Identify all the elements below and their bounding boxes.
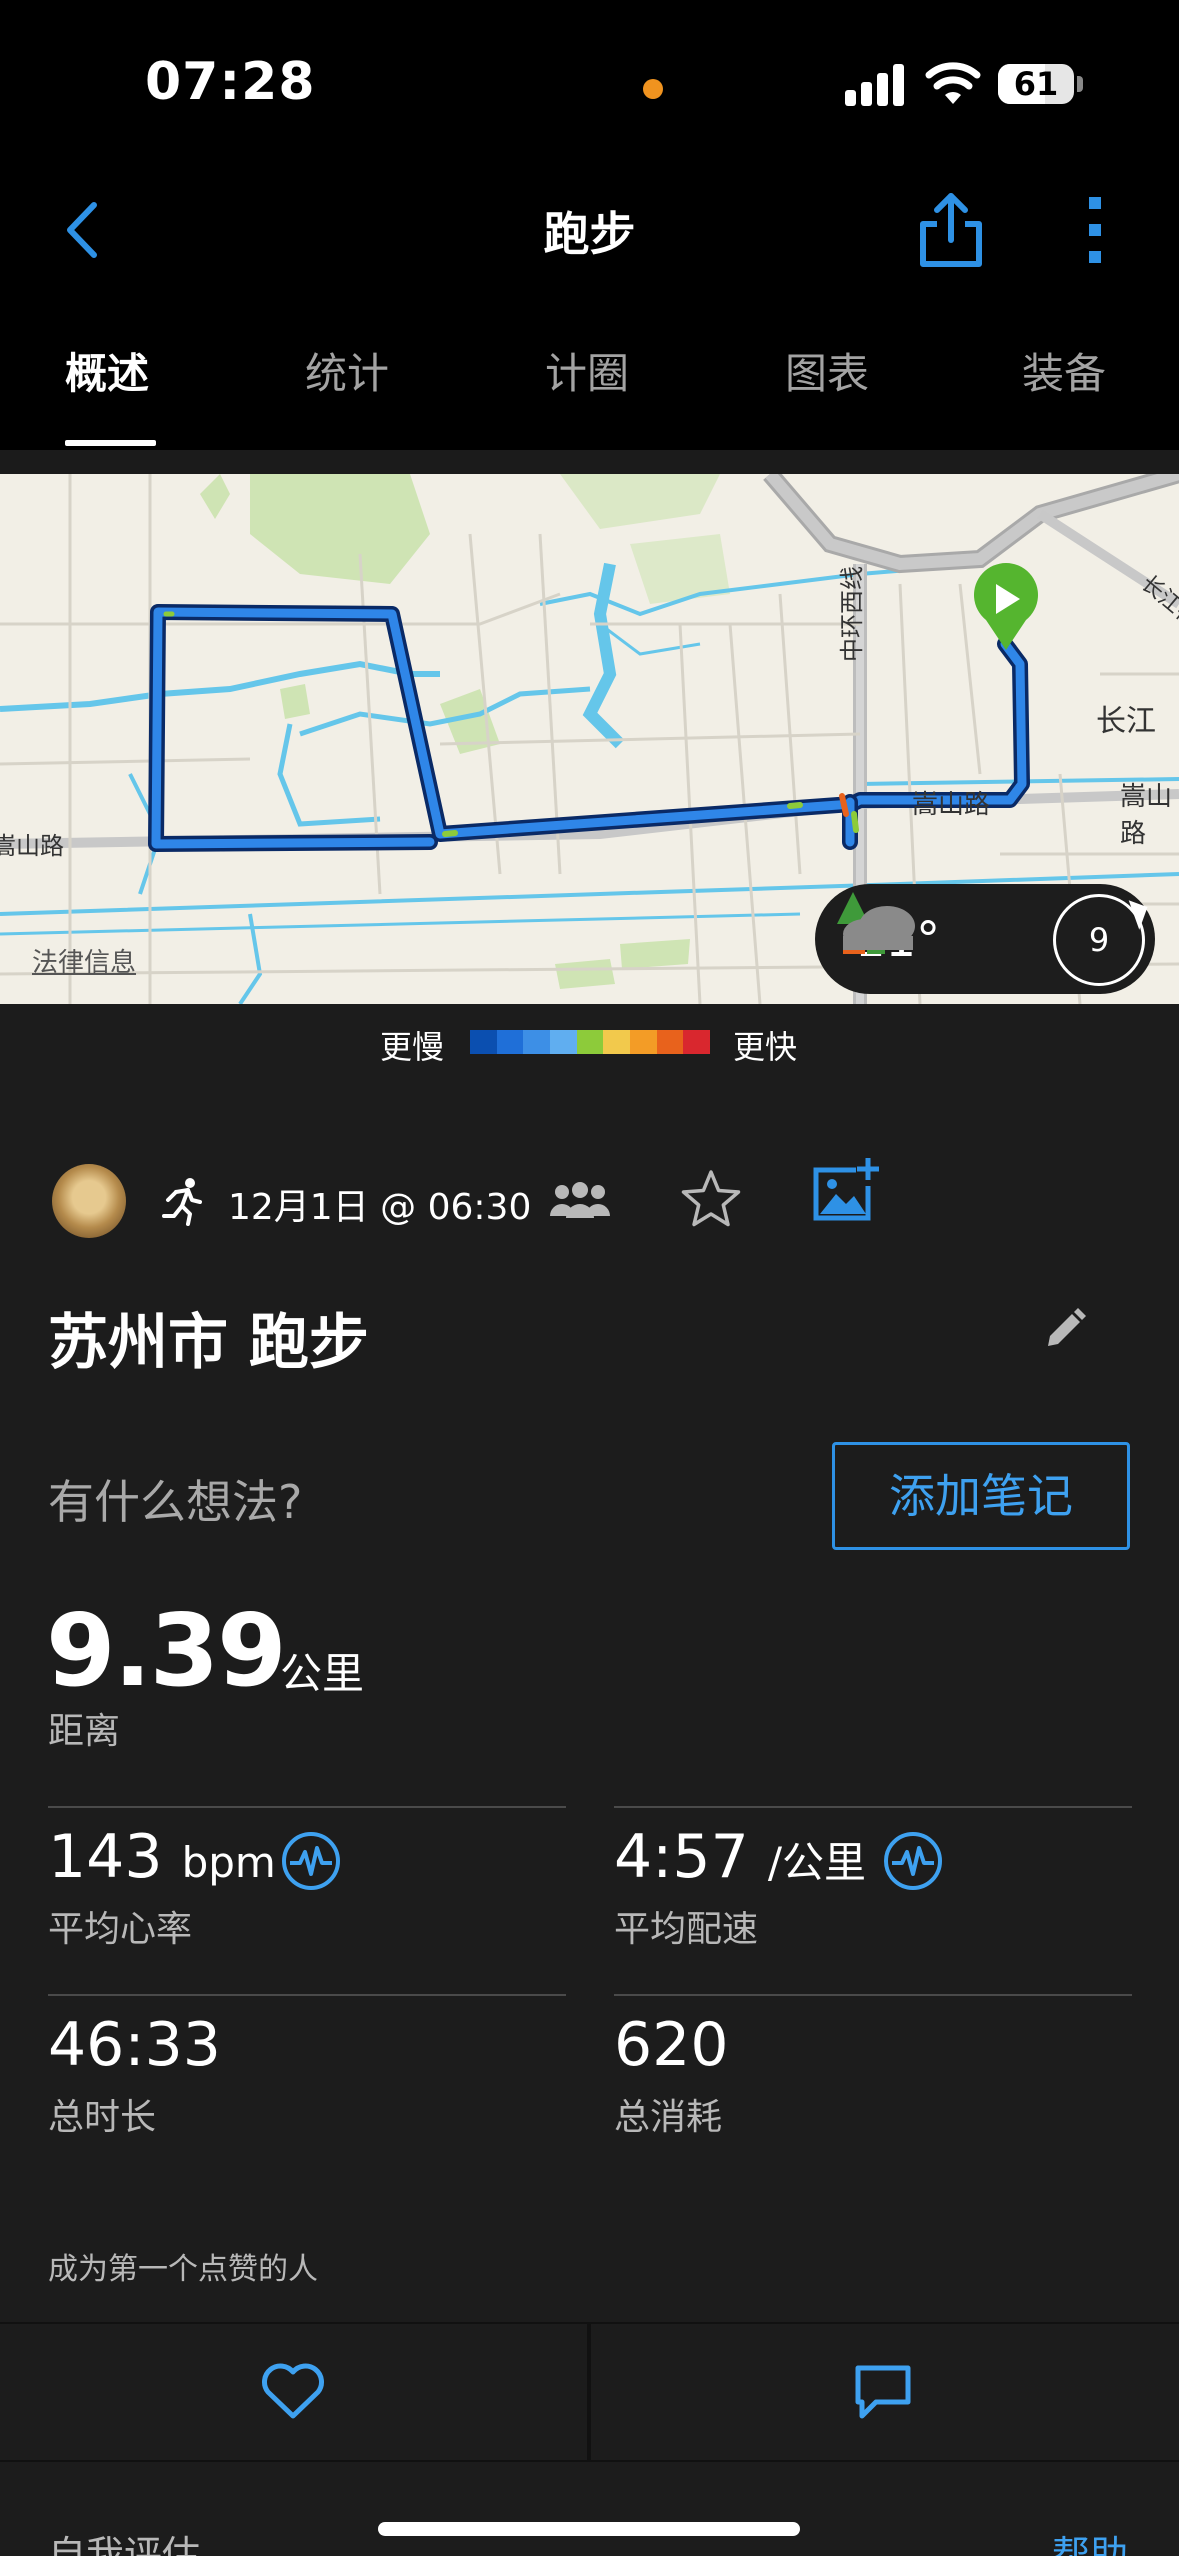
status-time: 07:28 (145, 52, 316, 112)
route-map[interactable]: 中环西线 嵩山路 嵩山路 嵩山路 长江 长江花 法律信息 11° 9 (0, 474, 1179, 1004)
tab-bar: 概述 统计 计圈 图表 装备 (0, 300, 1179, 450)
distance-unit: 公里 (280, 1649, 365, 1698)
activity-date: 12月1日 @ 06:30 (228, 1187, 532, 1228)
privacy-indicator-dot (643, 79, 663, 99)
tab-charts[interactable]: 图表 (785, 340, 869, 401)
battery-cap (1077, 76, 1083, 92)
add-note-button[interactable]: 添加笔记 (832, 1442, 1130, 1550)
pace-color-swatch (576, 1030, 604, 1054)
avg-hr-value: 143 (48, 1822, 163, 1892)
running-icon (162, 1178, 202, 1226)
more-options-icon[interactable] (1080, 195, 1110, 265)
avatar[interactable] (52, 1164, 126, 1238)
pace-faster-label: 更快 (733, 1028, 798, 1066)
avg-pace-label: 平均配速 (614, 1909, 759, 1950)
avg-hr-unit: bpm (181, 1838, 276, 1887)
cellular-signal-icon (845, 60, 905, 106)
legal-info-link[interactable]: 法律信息 (32, 942, 136, 979)
road-label-songshan-1: 嵩山路 (912, 790, 991, 820)
active-tab-indicator (65, 440, 156, 446)
weather-widget[interactable]: 11° 9 (815, 884, 1155, 994)
area-label-changjiang: 长江 (1096, 704, 1156, 739)
activity-title: 苏州市 跑步 (48, 1308, 369, 1378)
calories-label: 总消耗 (614, 2097, 723, 2138)
action-separator (587, 2324, 591, 2462)
stat-divider (614, 1806, 1132, 1808)
status-bar: 07:28 61 (0, 0, 1179, 160)
pace-color-scale (470, 1030, 711, 1054)
distance-value: 9.39 (46, 1592, 287, 1709)
stat-divider (48, 1994, 566, 1996)
distance-label: 距离 (48, 1711, 121, 1752)
pace-color-swatch (630, 1030, 657, 1054)
avg-hr-stat: 143 bpm (48, 1822, 276, 1892)
road-label-zhonghuan: 中环西线 (838, 566, 866, 662)
activity-meta-row: 12月1日 @ 06:30 (0, 1158, 1179, 1244)
duration-label: 总时长 (48, 2097, 157, 2138)
pace-zone-icon[interactable] (882, 1830, 944, 1892)
page-title: 跑步 (543, 207, 636, 261)
add-photo-icon[interactable] (810, 1156, 880, 1226)
road-label-songshan-2: 嵩山路 (1120, 782, 1173, 849)
group-icon[interactable] (548, 1180, 612, 1224)
tab-gear[interactable]: 装备 (1022, 340, 1106, 401)
wind-indicator: 9 (1053, 894, 1148, 986)
likes-hint: 成为第一个点赞的人 (48, 2252, 318, 2287)
wind-speed: 9 (1088, 921, 1110, 959)
battery-level: 61 (1013, 65, 1059, 103)
like-heart-icon[interactable] (260, 2362, 326, 2422)
section-divider (0, 450, 1179, 474)
avg-hr-label: 平均心率 (48, 1909, 193, 1950)
pace-color-swatch (496, 1030, 524, 1054)
stat-divider (48, 1806, 566, 1808)
cloud-tree-icon (837, 892, 915, 954)
avg-pace-stat: 4:57 /公里 (614, 1822, 866, 1892)
edit-icon[interactable] (1040, 1306, 1088, 1354)
share-icon[interactable] (915, 190, 987, 270)
comment-icon[interactable] (852, 2360, 914, 2422)
pace-legend: 更慢 更快 (0, 1018, 1179, 1068)
avg-pace-unit: /公里 (767, 1838, 866, 1887)
help-link[interactable]: 帮助 (1052, 2524, 1128, 2556)
tab-laps[interactable]: 计圈 (545, 340, 629, 401)
tab-overview[interactable]: 概述 (65, 340, 149, 401)
wifi-icon (925, 62, 981, 104)
self-evaluation-label: 自我评估 (48, 2533, 201, 2556)
pace-color-swatch (550, 1030, 577, 1054)
heart-rate-zone-icon[interactable] (280, 1830, 342, 1892)
calories-value: 620 (614, 2010, 729, 2080)
pace-color-swatch (523, 1030, 551, 1054)
duration-value: 46:33 (48, 2010, 221, 2080)
tab-stats[interactable]: 统计 (305, 340, 389, 401)
wind-direction-arrow (1120, 900, 1148, 930)
star-icon[interactable] (678, 1166, 744, 1232)
pace-color-swatch (603, 1030, 631, 1054)
avg-pace-value: 4:57 (614, 1822, 749, 1892)
nav-bar: 跑步 (0, 160, 1179, 300)
notes-prompt: 有什么想法? (48, 1475, 303, 1529)
activity-details: 更慢 更快 12月1日 @ 06:30 苏州市 跑步 有什么想法? 添加笔记 9… (0, 1004, 1179, 2556)
road-label-songshan-3: 嵩山路 (0, 832, 64, 860)
pace-color-swatch (656, 1030, 684, 1054)
pace-slower-label: 更慢 (380, 1028, 445, 1066)
pace-color-swatch (470, 1030, 497, 1054)
home-indicator[interactable] (378, 2522, 800, 2536)
social-action-bar (0, 2322, 1179, 2462)
stat-divider (614, 1994, 1132, 1996)
pace-color-swatch (683, 1030, 711, 1054)
battery-icon: 61 (998, 64, 1074, 104)
